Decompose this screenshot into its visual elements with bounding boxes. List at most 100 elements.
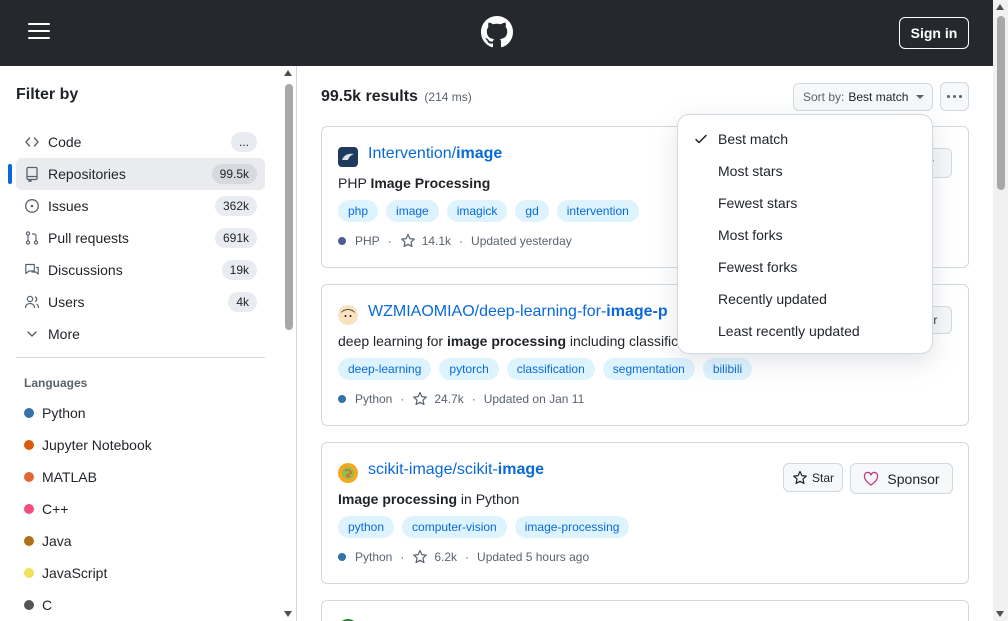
sort-option-most-forks[interactable]: Most forks: [678, 219, 934, 251]
filter-count: 691k: [214, 228, 257, 248]
repo-updated: Updated yesterday: [471, 234, 572, 248]
sort-option-least-recently-updated[interactable]: Least recently updated: [678, 315, 934, 347]
repo-stars[interactable]: 24.7k: [434, 392, 463, 406]
sort-option-recently-updated[interactable]: Recently updated: [678, 283, 934, 315]
repo-link[interactable]: WZMIAOMIAO/deep-learning-for-image-p: [368, 303, 668, 321]
filter-more[interactable]: More: [16, 318, 265, 350]
filter-issues[interactable]: Issues 362k: [16, 190, 265, 222]
topic-tag[interactable]: computer-vision: [402, 516, 507, 538]
filter-label: More: [48, 326, 80, 342]
sort-option-most-stars[interactable]: Most stars: [678, 155, 934, 187]
topic-tag[interactable]: intervention: [556, 200, 639, 222]
separator: ·: [400, 392, 405, 406]
topic-tag[interactable]: php: [338, 200, 379, 222]
filter-label: Users: [48, 294, 85, 310]
scroll-up-arrow-icon[interactable]: [284, 70, 292, 76]
language-matlab[interactable]: MATLAB: [24, 467, 97, 487]
sort-option-best-match[interactable]: Best match: [678, 123, 934, 155]
topic-list: php image imagick gd intervention: [338, 200, 639, 222]
filter-pull-requests[interactable]: Pull requests 691k: [16, 222, 265, 254]
more-options-button[interactable]: [940, 82, 969, 111]
language-color-dot: [338, 395, 346, 403]
scroll-thumb[interactable]: [285, 84, 293, 330]
page-scrollbar[interactable]: [993, 0, 1008, 621]
repo-stars[interactable]: 14.1k: [422, 234, 451, 248]
repo-description: Image processing in Python: [338, 491, 519, 507]
repo-avatar[interactable]: [338, 463, 358, 483]
filter-count: 99.5k: [211, 164, 257, 184]
topic-tag[interactable]: bilibili: [702, 358, 753, 380]
star-icon: [400, 233, 415, 248]
language-c[interactable]: C: [24, 595, 52, 615]
filter-repositories[interactable]: Repositories 99.5k: [8, 158, 265, 190]
topic-list: deep-learning pytorch classification seg…: [338, 358, 753, 380]
repo-owner: Intervention/: [368, 145, 457, 162]
language-color-dot: [338, 237, 346, 245]
repo-avatar[interactable]: [338, 305, 358, 325]
topic-tag[interactable]: pytorch: [439, 358, 499, 380]
repo-meta: PHP · 14.1k · Updated yesterday: [338, 233, 572, 249]
topic-tag[interactable]: classification: [506, 358, 595, 380]
language-label: C++: [42, 501, 69, 517]
sort-option-label: Most stars: [718, 163, 783, 179]
language-jupyter-notebook[interactable]: Jupyter Notebook: [24, 435, 152, 455]
repo-description: PHP Image Processing: [338, 175, 490, 191]
filter-users[interactable]: Users 4k: [16, 286, 265, 318]
separator: ·: [400, 550, 405, 564]
scroll-down-arrow-icon[interactable]: [284, 611, 292, 617]
language-label: Python: [42, 405, 86, 421]
repo-meta: Python · 6.2k · Updated 5 hours ago: [338, 549, 589, 565]
github-logo-icon[interactable]: [481, 16, 513, 48]
language-java[interactable]: Java: [24, 531, 72, 551]
repo-link[interactable]: Intervention/image: [368, 145, 502, 163]
language-label: Jupyter Notebook: [42, 437, 152, 453]
topic-tag[interactable]: segmentation: [602, 358, 695, 380]
chevron-down-icon: [24, 326, 40, 342]
filter-label: Repositories: [48, 166, 126, 182]
sort-option-label: Fewest stars: [718, 195, 798, 211]
language-cpp[interactable]: C++: [24, 499, 68, 519]
hamburger-icon[interactable]: [28, 23, 50, 41]
topic-tag[interactable]: image-processing: [514, 516, 630, 538]
sort-option-label: Best match: [718, 131, 789, 147]
sign-in-button[interactable]: Sign in: [899, 17, 969, 49]
repo-link[interactable]: scikit-image/scikit-image: [368, 461, 544, 479]
topic-tag[interactable]: python: [338, 516, 395, 538]
language-javascript[interactable]: JavaScript: [24, 563, 107, 583]
topic-tag[interactable]: gd: [515, 200, 549, 222]
sort-option-label: Fewest forks: [718, 259, 798, 275]
scroll-down-arrow-icon[interactable]: [996, 611, 1004, 617]
sort-dropdown-button[interactable]: Sort by: Best match: [793, 83, 933, 111]
repo-language: PHP: [355, 234, 380, 248]
sidebar-scrollbar[interactable]: [284, 66, 294, 621]
filter-code[interactable]: Code ...: [16, 126, 265, 158]
filter-discussions[interactable]: Discussions 19k: [16, 254, 265, 286]
filter-count: ...: [230, 132, 257, 152]
repo-meta: Python · 24.7k · Updated on Jan 11: [338, 391, 584, 407]
separator: ·: [465, 550, 470, 564]
star-button[interactable]: Star: [783, 463, 843, 492]
sort-option-fewest-stars[interactable]: Fewest stars: [678, 187, 934, 219]
sort-option-fewest-forks[interactable]: Fewest forks: [678, 251, 934, 283]
language-python[interactable]: Python: [24, 403, 86, 423]
topic-tag[interactable]: image: [386, 200, 439, 222]
scroll-up-arrow-icon[interactable]: [996, 4, 1004, 10]
repo-avatar[interactable]: [338, 147, 358, 167]
language-label: Java: [42, 533, 72, 549]
sort-option-label: Most forks: [718, 227, 783, 243]
top-header: Sign in: [0, 0, 993, 66]
language-color-dot: [24, 440, 34, 450]
check-icon: [678, 131, 718, 147]
sidebar-title: Filter by: [16, 86, 79, 103]
scroll-thumb[interactable]: [997, 16, 1005, 190]
star-icon: [793, 470, 807, 484]
topic-tag[interactable]: imagick: [446, 200, 508, 222]
results-time: (214 ms): [424, 90, 472, 104]
repo-name-highlight: image: [456, 145, 503, 162]
star-icon: [413, 391, 428, 406]
sort-value: Best match: [848, 90, 909, 104]
repo-description: deep learning for image processing inclu…: [338, 333, 686, 349]
sponsor-button[interactable]: Sponsor: [850, 463, 953, 494]
topic-tag[interactable]: deep-learning: [338, 358, 432, 380]
repo-stars[interactable]: 6.2k: [434, 550, 457, 564]
